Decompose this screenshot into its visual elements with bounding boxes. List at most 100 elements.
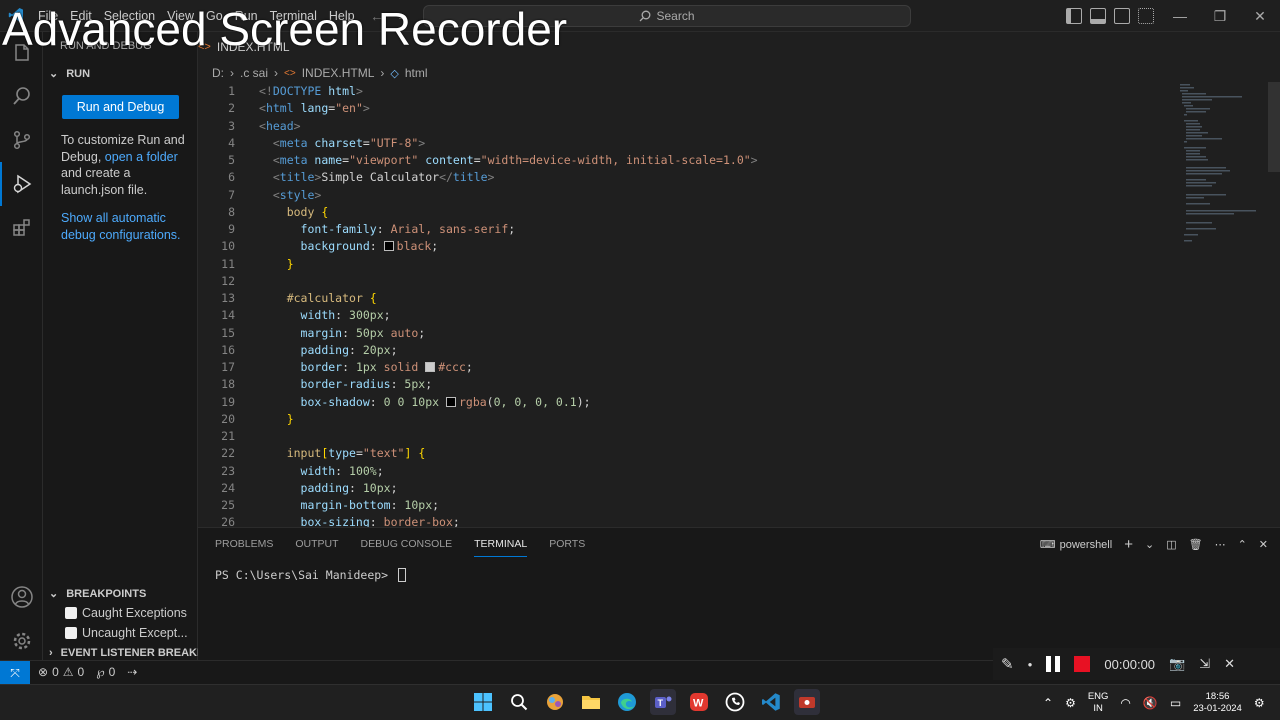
teams-icon[interactable]: T	[650, 689, 676, 715]
tab-ports[interactable]: PORTS	[549, 538, 585, 557]
trash-icon[interactable]: 🗑	[1189, 538, 1203, 551]
editor-scrollbar[interactable]	[1268, 82, 1280, 172]
pen-draw-icon[interactable]: ✎	[1001, 655, 1014, 673]
code-line[interactable]: 8 body {	[198, 204, 1158, 221]
code-line[interactable]: 5 <meta name="viewport" content="width=d…	[198, 152, 1158, 169]
code-line[interactable]: 7 <style>	[198, 187, 1158, 204]
wps-office-icon[interactable]: W	[686, 689, 712, 715]
code-line[interactable]: 9 font-family: Arial, sans-serif;	[198, 221, 1158, 238]
toggle-primary-sidebar-icon[interactable]	[1066, 8, 1082, 24]
code-editor[interactable]: 1 <!DOCTYPE html> 2 <html lang="en"> 3 <head>…	[198, 83, 1158, 532]
restore-icon[interactable]: ❐	[1200, 0, 1240, 32]
remote-indicator-icon[interactable]: ⤧	[0, 661, 30, 685]
screen-recorder-app-icon[interactable]	[794, 689, 820, 715]
code-line[interactable]: 20 }	[198, 411, 1158, 428]
checkbox[interactable]	[65, 627, 77, 639]
breadcrumb-symbol[interactable]: html	[405, 66, 428, 80]
volume-muted-icon[interactable]: 🔇	[1143, 696, 1158, 710]
terminal-shell-selector[interactable]: ⌨ powershell	[1040, 538, 1112, 552]
code-line[interactable]: 10 background: black;	[198, 238, 1158, 255]
run-and-debug-icon[interactable]	[0, 162, 43, 206]
toggle-secondary-sidebar-icon[interactable]	[1114, 8, 1130, 24]
terminal-output[interactable]: PS C:\Users\Sai Manideep>	[215, 568, 407, 582]
customize-layout-icon[interactable]	[1138, 8, 1154, 24]
close-icon[interactable]: ✕	[1240, 0, 1280, 32]
clock[interactable]: 18:56 23-01-2024	[1193, 691, 1242, 715]
code-line[interactable]: 1 <!DOCTYPE html>	[198, 83, 1158, 100]
widgets-icon[interactable]	[542, 689, 568, 715]
color-swatch-icon[interactable]	[383, 241, 394, 252]
close-panel-icon[interactable]: ✕	[1259, 538, 1268, 551]
code-line[interactable]: 6 <title>Simple Calculator</title>	[198, 169, 1158, 186]
minimize-icon[interactable]: —	[1160, 0, 1200, 32]
code-line[interactable]: 19 box-shadow: 0 0 10px rgba(0, 0, 0, 0.…	[198, 394, 1158, 411]
breakpoints-header[interactable]: ⌄ BREAKPOINTS	[49, 587, 146, 601]
taskbar-search-icon[interactable]	[506, 689, 532, 715]
code-line[interactable]: 14 width: 300px;	[198, 307, 1158, 324]
breadcrumb-drive[interactable]: D:	[212, 66, 224, 80]
collapse-recorder-icon[interactable]: ⇲	[1199, 656, 1210, 672]
stop-record-icon[interactable]	[1074, 656, 1091, 672]
vscode-taskbar-icon[interactable]	[758, 689, 784, 715]
debug-launch-icon[interactable]: ⇢	[127, 665, 137, 679]
search-activity-icon[interactable]	[0, 74, 43, 118]
pause-icon[interactable]	[1046, 656, 1061, 672]
color-swatch-icon[interactable]	[445, 396, 456, 407]
code-line[interactable]: 13 #calculator {	[198, 290, 1158, 307]
tray-overflow-icon[interactable]: ⌃	[1043, 696, 1053, 710]
code-line[interactable]: 2 <html lang="en">	[198, 100, 1158, 117]
code-line[interactable]: 15 margin: 50px auto;	[198, 325, 1158, 342]
toggle-panel-icon[interactable]	[1090, 8, 1106, 24]
notification-icon[interactable]: ⚙	[1254, 696, 1265, 710]
breadcrumb-file[interactable]: INDEX.HTML	[302, 66, 375, 80]
more-actions-icon[interactable]: ⋯	[1215, 538, 1226, 551]
source-control-icon[interactable]	[0, 118, 43, 162]
breadcrumb-folder[interactable]: .c sai	[240, 66, 268, 80]
code-line[interactable]: 18 border-radius: 5px;	[198, 376, 1158, 393]
whatsapp-icon[interactable]	[722, 689, 748, 715]
run-and-debug-button[interactable]: Run and Debug	[62, 95, 179, 119]
language-indicator[interactable]: ENG IN	[1088, 691, 1109, 715]
problems-status[interactable]: ⊗ 0 ⚠ 0	[38, 665, 84, 679]
wifi-icon[interactable]: ◠	[1120, 696, 1130, 710]
code-line[interactable]: 23 width: 100%;	[198, 463, 1158, 480]
camera-icon[interactable]: 📷	[1169, 656, 1185, 672]
code-line[interactable]: 21	[198, 428, 1158, 445]
chevron-down-icon[interactable]: ⌄	[1145, 538, 1154, 551]
tab-output[interactable]: OUTPUT	[295, 538, 338, 557]
split-terminal-icon[interactable]: ◫	[1166, 538, 1176, 551]
tray-app-icon[interactable]: ⚙	[1065, 696, 1076, 710]
file-explorer-icon[interactable]	[578, 689, 604, 715]
extensions-icon[interactable]	[0, 206, 43, 250]
color-swatch-icon[interactable]	[425, 362, 436, 372]
open-folder-link[interactable]: open a folder	[105, 150, 178, 164]
minimap[interactable]	[1178, 82, 1268, 252]
ports-status[interactable]: ℘ 0	[96, 665, 115, 679]
code-line[interactable]: 24 padding: 10px;	[198, 480, 1158, 497]
code-line[interactable]: 25 margin-bottom: 10px;	[198, 497, 1158, 514]
show-automatic-configs-link[interactable]: Show all automatic debug configurations.	[61, 210, 189, 243]
manage-gear-icon[interactable]	[0, 619, 43, 663]
code-line[interactable]: 22 input[type="text"] {	[198, 445, 1158, 462]
windows-start-icon[interactable]	[470, 689, 496, 715]
code-line[interactable]: 12	[198, 273, 1158, 290]
tab-problems[interactable]: PROBLEMS	[215, 538, 273, 557]
tab-terminal[interactable]: TERMINAL	[474, 538, 528, 557]
checkbox[interactable]	[65, 607, 77, 619]
breakpoint-caught-exceptions[interactable]: Caught Exceptions	[65, 606, 187, 620]
code-line[interactable]: 17 border: 1px solid #ccc;	[198, 359, 1158, 376]
code-line[interactable]: 4 <meta charset="UTF-8">	[198, 135, 1158, 152]
code-line[interactable]: 16 padding: 20px;	[198, 342, 1158, 359]
event-listener-breakpoints-header[interactable]: › EVENT LISTENER BREAKPO...	[49, 647, 222, 659]
close-recorder-icon[interactable]: ✕	[1224, 656, 1235, 672]
accounts-icon[interactable]	[0, 575, 43, 619]
run-section-header[interactable]: ⌄ RUN	[49, 67, 90, 81]
code-line[interactable]: 3 <head>	[198, 118, 1158, 135]
maximize-panel-icon[interactable]: ⌃	[1238, 538, 1247, 551]
new-terminal-icon[interactable]: +	[1124, 536, 1133, 553]
tab-debug-console[interactable]: DEBUG CONSOLE	[361, 538, 453, 557]
battery-icon[interactable]: ▭	[1170, 696, 1181, 710]
edge-browser-icon[interactable]	[614, 689, 640, 715]
code-line[interactable]: 11 }	[198, 256, 1158, 273]
breakpoint-uncaught-exceptions[interactable]: Uncaught Except...	[65, 626, 188, 640]
